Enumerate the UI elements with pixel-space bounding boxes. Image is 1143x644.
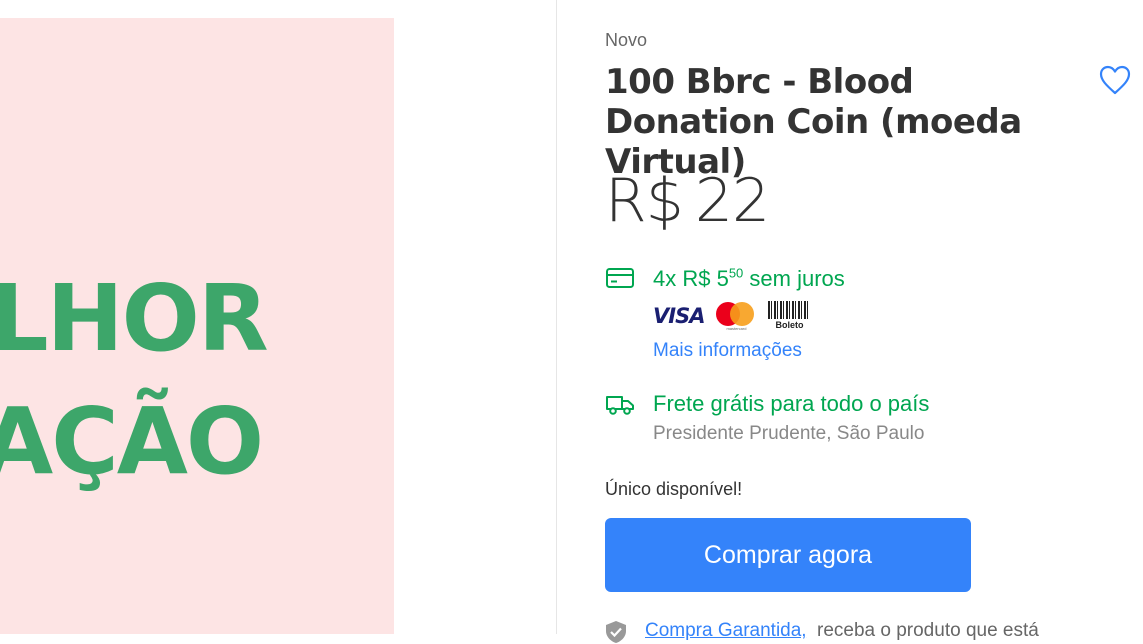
barcode-icon [768, 301, 811, 319]
installments-prefix: 4x R$ 5 [653, 266, 729, 291]
visa-logo: VISA [653, 304, 705, 328]
heart-icon [1099, 65, 1131, 95]
installments-suffix: sem juros [749, 266, 845, 291]
guarantee-text: receba o produto que está [817, 620, 1039, 641]
shipping-location: Presidente Prudente, São Paulo [653, 423, 925, 444]
product-image[interactable]: LHOR AÇÃO [0, 18, 394, 634]
payment-methods: VISA mastercard Boleto [653, 300, 811, 332]
product-info-panel: Novo 100 Bbrc - Blood Donation Coin (moe… [605, 0, 1143, 643]
mastercard-logo: mastercard [716, 300, 756, 332]
boleto-label: Boleto [775, 320, 804, 330]
product-title: 100 Bbrc - Blood Donation Coin (moeda Vi… [605, 62, 1022, 182]
installments-cents: 50 [728, 265, 744, 281]
stock-status: Único disponível! [605, 479, 743, 499]
column-divider [556, 0, 557, 634]
shield-icon [606, 621, 626, 643]
product-image-text-line-1: LHOR [0, 265, 269, 372]
price-value: 22 [694, 166, 770, 236]
installments-info: 4x R$ 550 sem juros [653, 266, 845, 292]
truck-icon [606, 396, 634, 415]
buy-now-button[interactable]: Comprar agora [605, 518, 971, 592]
mastercard-label: mastercard [726, 326, 747, 331]
product-image-text-line-2: AÇÃO [0, 388, 264, 495]
credit-card-icon [606, 268, 634, 288]
product-condition: Novo [605, 30, 648, 50]
more-info-link[interactable]: Mais informações [653, 340, 802, 362]
mastercard-orange-circle [730, 302, 755, 326]
guarantee-link[interactable]: Compra Garantida, [645, 620, 807, 642]
boleto-logo: Boleto [768, 301, 811, 331]
product-price: R$ 22 [605, 166, 770, 236]
free-shipping-label: Frete grátis para todo o país [653, 391, 930, 416]
price-currency: R$ [605, 166, 684, 236]
favorite-button[interactable] [1098, 64, 1132, 96]
